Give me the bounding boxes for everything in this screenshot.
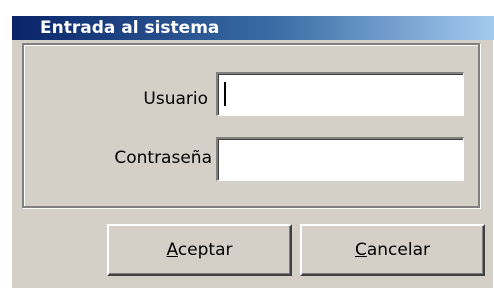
accept-mnemonic: A [166, 240, 178, 260]
dialog-title: Entrada al sistema [12, 16, 494, 40]
cancel-label: ancelar [366, 240, 430, 260]
accept-button[interactable]: Aceptar [107, 224, 292, 276]
user-input[interactable] [216, 72, 464, 116]
cancel-mnemonic: C [354, 240, 367, 260]
password-label: Contraseña [114, 148, 212, 168]
password-input[interactable] [216, 137, 464, 181]
accept-label: ceptar [177, 240, 233, 260]
cancel-button[interactable]: Cancelar [300, 224, 485, 276]
user-label: Usuario [143, 89, 208, 109]
credentials-group [22, 43, 480, 208]
text-caret [224, 82, 226, 106]
